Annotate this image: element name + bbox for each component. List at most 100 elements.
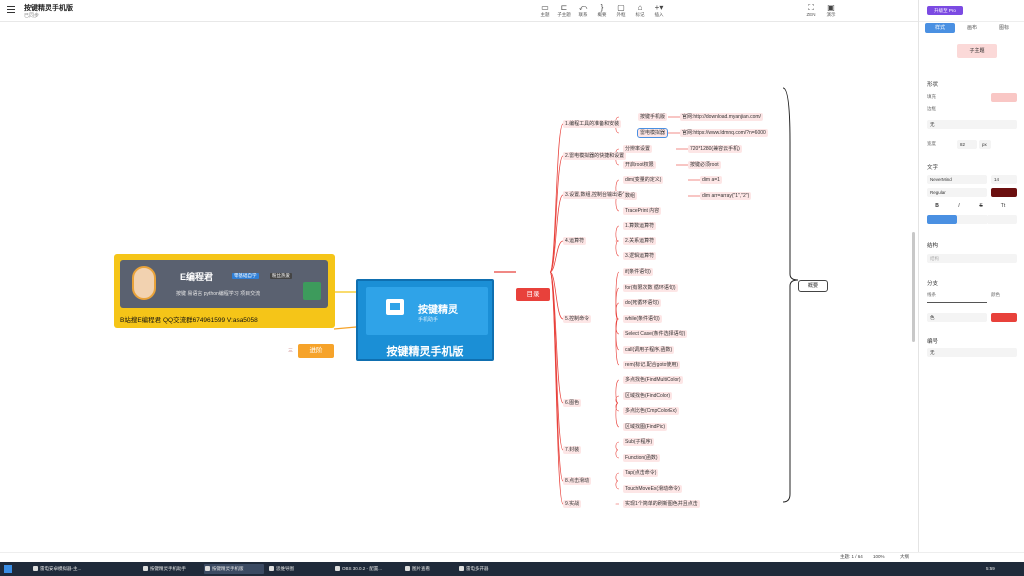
subtopic-node[interactable]: Function(函数): [623, 454, 660, 462]
hamburger-menu-icon[interactable]: [7, 6, 15, 13]
taskbar-item[interactable]: 思维导图: [268, 564, 328, 574]
subtopic-node[interactable]: do(死循环语句): [623, 299, 661, 307]
detail-node[interactable]: dim arr=array("1","2"): [700, 192, 752, 200]
branch-topic[interactable]: 7.封装: [563, 446, 582, 454]
subtopic-node[interactable]: Select Case(条件选择语句): [623, 330, 688, 338]
detail-node[interactable]: 官网:https://www.ldmnq.com/?n=6000: [680, 129, 768, 137]
detail-node[interactable]: dim a=1: [700, 176, 722, 184]
branch-topic[interactable]: 8.点击滑动: [563, 477, 592, 485]
tool-present-button[interactable]: ▣ 演示: [822, 3, 840, 18]
outline-toggle[interactable]: 大纲: [900, 554, 909, 560]
catalog-topic[interactable]: 目录: [516, 288, 550, 301]
clock-time[interactable]: 5:59: [986, 564, 995, 574]
connector-line: [615, 240, 620, 257]
upgrade-pro-button[interactable]: 升级至 Pro: [927, 6, 963, 15]
tool-insert-button[interactable]: +▾ 插入: [650, 3, 668, 18]
vertical-scrollbar[interactable]: [912, 232, 915, 342]
tool-boundary-button[interactable]: ▢ 外框: [612, 3, 630, 18]
font-weight-select[interactable]: Regular: [927, 188, 987, 197]
mindmap-canvas[interactable]: E编程君 零基础自学 粉丝热爱 按键 易语言 python编程学习 项目交流 B…: [0, 22, 918, 552]
line-style-preview[interactable]: [927, 302, 987, 303]
border-style-select[interactable]: 无: [927, 120, 1017, 129]
subtopic-node[interactable]: 1.算数运算符: [623, 222, 657, 230]
numbering-select[interactable]: 无: [927, 348, 1017, 357]
taskbar-item[interactable]: 按键精灵手机助手: [142, 564, 202, 574]
subtopic-node[interactable]: TouchMoveEx(滑动命令): [623, 485, 682, 493]
promo-banner[interactable]: E编程君 零基础自学 粉丝热爱 按键 易语言 python编程学习 项目交流 B…: [114, 254, 335, 328]
bold-button[interactable]: B: [927, 202, 947, 210]
branch-topic[interactable]: 6.图色: [563, 399, 582, 407]
tool-summary-button[interactable]: } 概要: [593, 3, 611, 18]
tab-icons[interactable]: 图标: [989, 23, 1019, 33]
subtopic-node[interactable]: dim(变量的定义): [623, 176, 664, 184]
align-left-button[interactable]: [927, 215, 957, 224]
tool-zen-button[interactable]: ⛶ ZEN: [802, 3, 820, 18]
strike-button[interactable]: S: [971, 202, 991, 210]
detail-node[interactable]: 按键必须root: [688, 161, 721, 169]
font-family-select[interactable]: NeverMind: [927, 175, 987, 184]
text-color-swatch[interactable]: [991, 188, 1017, 197]
subtopic-node[interactable]: call(调用子程序,函数): [623, 346, 675, 354]
zoom-level[interactable]: 100%: [873, 554, 885, 559]
taskbar-item[interactable]: 雷电安卓模拟器-主...: [32, 564, 92, 574]
tool-topic-button[interactable]: ▭ 主题: [536, 3, 554, 18]
subtopic-node[interactable]: while(条件语句): [623, 315, 662, 323]
fill-label: 填充: [927, 94, 936, 99]
tool-subtopic-button[interactable]: ⊏ 子主题: [555, 3, 573, 18]
branch-topic[interactable]: 9.实战: [563, 500, 582, 508]
windows-start-icon[interactable]: [4, 565, 12, 573]
subtopic-node[interactable]: for(有限次数 循环语句): [623, 284, 678, 292]
tab-style[interactable]: 样式: [925, 23, 955, 33]
branch-topic[interactable]: 2.雷电模拟器的快捷和设置: [563, 152, 627, 160]
subtopic-node[interactable]: 数组: [623, 192, 638, 200]
taskbar-item[interactable]: 图片查看: [404, 564, 454, 574]
taskbar-item[interactable]: OBS 30.0.2 - 配置...: [334, 564, 400, 574]
italic-button[interactable]: I: [949, 202, 969, 210]
app-window: 按键精灵手机版 已同步 ▭ 主题 ⊏ 子主题 ⤺ 联系 } 概要 ▢ 外框 ⌂ …: [0, 0, 1024, 576]
subtopic-node[interactable]: 区域找图(FindPic): [623, 423, 668, 431]
structure-select[interactable]: 结构: [927, 254, 1017, 263]
font-size-select[interactable]: 14: [991, 175, 1017, 184]
summary-topic[interactable]: 概要: [798, 280, 828, 292]
case-button[interactable]: Tt: [993, 202, 1013, 210]
taskbar-item[interactable]: 按键精灵手机版: [204, 564, 264, 574]
fill-color-swatch[interactable]: [991, 93, 1017, 102]
subtopic-node[interactable]: 区域找色(FindColor): [623, 392, 673, 400]
subtopic-node[interactable]: 多点比色(CmpColorEx): [623, 407, 679, 415]
taskbar-item[interactable]: 雷电多开器: [458, 564, 508, 574]
advanced-topic[interactable]: 进阶: [298, 344, 334, 358]
width-input[interactable]: 82: [957, 140, 977, 149]
tool-label: 联系: [578, 12, 588, 17]
subtopic-node[interactable]: rem(标记,配合goto使用): [623, 361, 681, 369]
subtopic-node[interactable]: 按键手机版: [638, 113, 668, 121]
subtopic-node[interactable]: TracePrint 内容: [623, 207, 662, 215]
align-right-button[interactable]: [987, 215, 1017, 224]
branch-topic[interactable]: 3.设置,数组,控制台输出语句: [563, 191, 629, 199]
subtopic-node[interactable]: Tap(点击命令): [623, 469, 659, 477]
align-center-button[interactable]: [957, 215, 987, 224]
detail-node[interactable]: 720*1280(兼容云手机): [688, 145, 742, 153]
subtopic-node[interactable]: Sub(子程序): [623, 438, 655, 446]
banner-tag: 零基础自学: [232, 273, 259, 279]
branch-color-select[interactable]: 色: [927, 313, 987, 322]
subtopic-node[interactable]: 雷电模拟器: [636, 128, 669, 138]
detail-node[interactable]: 官网:http://download.myanjian.com/: [680, 113, 763, 121]
subtopic-node[interactable]: 多点找色(FindMultiColor): [623, 376, 683, 384]
central-topic[interactable]: 按键精灵 手机助手 按键精灵手机版: [356, 279, 494, 361]
branch-color-swatch[interactable]: [991, 313, 1017, 322]
subtopic-node[interactable]: 实现1个简单的刷新图色并且点击: [623, 500, 700, 508]
tab-canvas[interactable]: 画布: [957, 23, 987, 33]
subtopic-node[interactable]: if(条件语句): [623, 268, 653, 276]
subtopic-node[interactable]: 分辨率设置: [623, 145, 653, 153]
tool-label: 子主题: [557, 12, 571, 17]
subtopic-node[interactable]: 开启root权限: [623, 161, 656, 169]
branch-topic[interactable]: 1.编程工具的准备和安装: [563, 120, 622, 128]
branch-topic[interactable]: 4.运算符: [563, 237, 587, 245]
branch-topic[interactable]: 5.控制命令: [563, 315, 592, 323]
subtopic-node[interactable]: 2.关系运算符: [623, 237, 657, 245]
topic-count: 主题: 1 / 64: [840, 554, 863, 559]
subtopic-node[interactable]: 3.逻辑运算符: [623, 252, 657, 260]
topic-style-preview[interactable]: 子主题: [957, 44, 997, 58]
tool-marker-button[interactable]: ⌂ 标记: [631, 3, 649, 18]
tool-relation-button[interactable]: ⤺ 联系: [574, 3, 592, 18]
